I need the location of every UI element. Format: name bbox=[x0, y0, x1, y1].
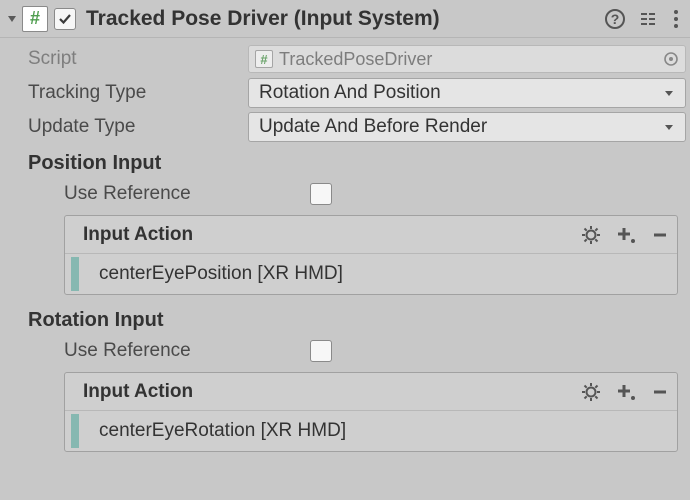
object-picker-icon[interactable] bbox=[663, 51, 679, 67]
context-menu-icon[interactable] bbox=[670, 10, 682, 28]
svg-text:?: ? bbox=[611, 11, 620, 27]
position-use-reference-row: Use Reference bbox=[2, 177, 686, 211]
position-use-reference-label: Use Reference bbox=[2, 183, 310, 205]
tracking-type-label: Tracking Type bbox=[2, 82, 248, 104]
chevron-down-icon bbox=[663, 87, 675, 99]
gear-icon[interactable] bbox=[581, 382, 601, 402]
script-value: TrackedPoseDriver bbox=[279, 49, 432, 70]
header-icons: ? bbox=[604, 8, 682, 30]
script-mini-icon: # bbox=[255, 50, 273, 68]
rotation-binding-row[interactable]: centerEyeRotation [XR HMD] bbox=[65, 411, 677, 451]
tracking-type-value: Rotation And Position bbox=[259, 82, 441, 104]
rotation-use-reference-checkbox[interactable] bbox=[310, 340, 332, 362]
remove-binding-icon[interactable] bbox=[651, 226, 669, 244]
script-object-field[interactable]: # TrackedPoseDriver bbox=[248, 45, 686, 73]
help-icon[interactable]: ? bbox=[604, 8, 626, 30]
tracking-type-row: Tracking Type Rotation And Position bbox=[2, 76, 686, 110]
rotation-input-action-label: Input Action bbox=[83, 381, 581, 403]
gear-icon[interactable] bbox=[581, 225, 601, 245]
rotation-input-action-header: Input Action bbox=[65, 373, 677, 411]
position-input-action-toolbar bbox=[581, 225, 669, 245]
rotation-use-reference-label: Use Reference bbox=[2, 340, 310, 362]
position-input-action-header: Input Action bbox=[65, 216, 677, 254]
component-enabled-checkbox[interactable] bbox=[54, 8, 76, 30]
rotation-binding-value: centerEyeRotation [XR HMD] bbox=[99, 420, 346, 442]
component-body: Script # TrackedPoseDriver Tracking Type… bbox=[0, 38, 690, 452]
rotation-input-action-toolbar bbox=[581, 382, 669, 402]
presets-icon[interactable] bbox=[638, 9, 658, 29]
update-type-row: Update Type Update And Before Render bbox=[2, 110, 686, 144]
add-binding-icon[interactable] bbox=[615, 225, 637, 245]
component-header: # Tracked Pose Driver (Input System) ? bbox=[0, 0, 690, 38]
add-binding-icon[interactable] bbox=[615, 382, 637, 402]
update-type-label: Update Type bbox=[2, 116, 248, 138]
script-label: Script bbox=[2, 48, 248, 70]
tracking-type-dropdown[interactable]: Rotation And Position bbox=[248, 78, 686, 108]
update-type-dropdown[interactable]: Update And Before Render bbox=[248, 112, 686, 142]
rotation-use-reference-row: Use Reference bbox=[2, 334, 686, 368]
position-input-action-label: Input Action bbox=[83, 224, 581, 246]
foldout-toggle-icon[interactable] bbox=[4, 11, 20, 27]
rotation-input-action-box: Input Action centerEyeRotation [XR HMD] bbox=[64, 372, 678, 452]
binding-indicator-bar bbox=[71, 257, 79, 291]
component-script-icon: # bbox=[22, 6, 48, 32]
position-input-action-box: Input Action centerEyePosition [XR HMD] bbox=[64, 215, 678, 295]
rotation-input-header: Rotation Input bbox=[2, 301, 686, 334]
binding-indicator-bar bbox=[71, 414, 79, 448]
position-use-reference-checkbox[interactable] bbox=[310, 183, 332, 205]
component-panel: # Tracked Pose Driver (Input System) ? S… bbox=[0, 0, 690, 500]
position-binding-row[interactable]: centerEyePosition [XR HMD] bbox=[65, 254, 677, 294]
position-input-header: Position Input bbox=[2, 144, 686, 177]
remove-binding-icon[interactable] bbox=[651, 383, 669, 401]
position-binding-value: centerEyePosition [XR HMD] bbox=[99, 263, 343, 285]
chevron-down-icon bbox=[663, 121, 675, 133]
script-row: Script # TrackedPoseDriver bbox=[2, 42, 686, 76]
component-title: Tracked Pose Driver (Input System) bbox=[86, 7, 604, 31]
update-type-value: Update And Before Render bbox=[259, 116, 487, 138]
